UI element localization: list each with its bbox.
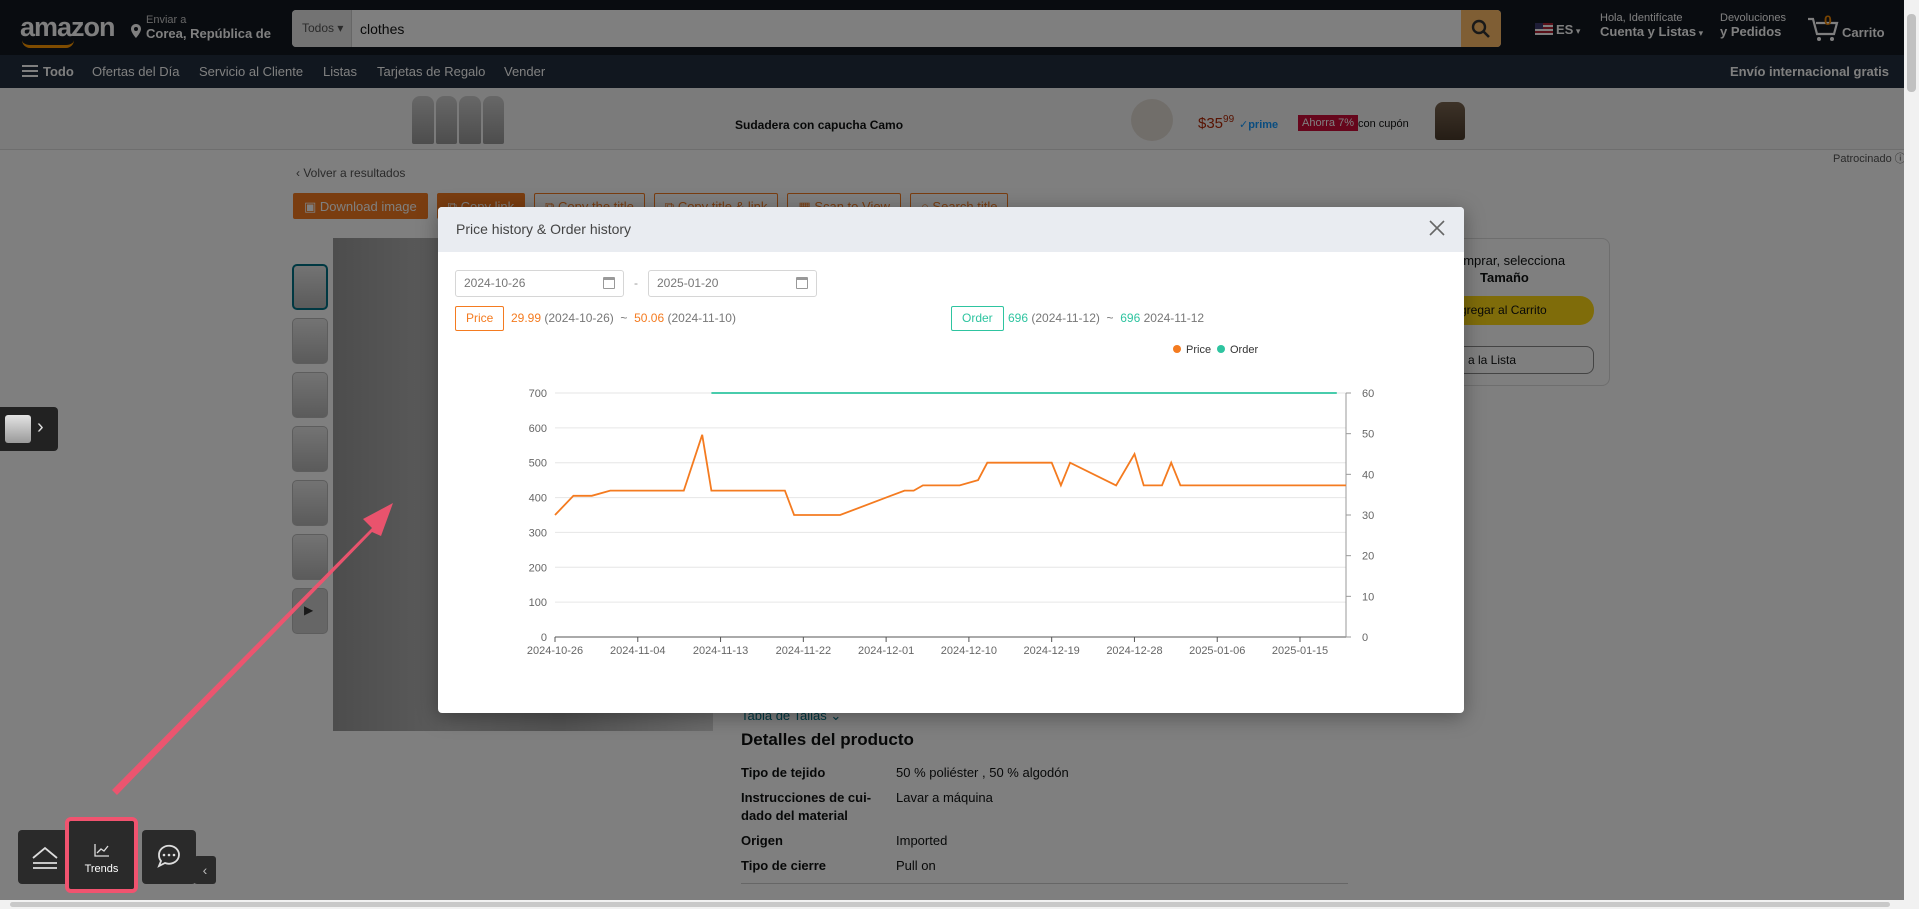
chat-icon — [157, 844, 180, 868]
trends-label: Trends — [84, 863, 119, 875]
y-right-tick-label: 50 — [1362, 429, 1374, 441]
chevron-left-icon: ‹ — [202, 862, 208, 878]
y-left-tick-label: 300 — [529, 527, 547, 539]
trend-chart-icon — [94, 844, 109, 857]
series-line-price — [554, 434, 1346, 516]
x-tick-label: 2024-11-04 — [610, 645, 665, 657]
y-right-tick-label: 60 — [1362, 388, 1374, 400]
scrollbar-thumb[interactable] — [1907, 14, 1916, 92]
x-tick-label: 2024-12-28 — [1106, 645, 1162, 657]
y-right-tick-label: 30 — [1362, 510, 1374, 522]
x-tick-label: 2024-11-13 — [693, 645, 748, 657]
y-right-tick-label: 10 — [1362, 591, 1374, 603]
y-left-tick-label: 100 — [529, 597, 547, 609]
extension-bottom-toolbar: Trends ‹ — [18, 817, 216, 893]
legend-marker-order — [1217, 345, 1225, 353]
x-tick-label: 2024-12-19 — [1024, 645, 1080, 657]
y-left-tick-label: 0 — [541, 632, 547, 644]
x-tick-label: 2024-10-26 — [527, 645, 583, 657]
price-order-chart: 0 100 200 300 400 500 600 700 0 10 20 30 40 50 60 2024-… — [527, 344, 1374, 657]
y-left-tick-label: 700 — [529, 388, 547, 400]
home-icon — [32, 846, 58, 869]
legend-label-price: Price — [1186, 344, 1211, 356]
price-history-modal: Price history & Order history 2024-10-26… — [438, 207, 1464, 713]
x-tick-label: 2025-01-15 — [1272, 645, 1328, 657]
home-button[interactable] — [18, 830, 72, 884]
legend-label-order: Order — [1230, 344, 1258, 356]
chat-button[interactable] — [142, 830, 196, 884]
y-right-tick-label: 20 — [1362, 551, 1374, 563]
y-left-tick-label: 200 — [529, 562, 547, 574]
collapse-toolbar-button[interactable]: ‹ — [194, 856, 216, 884]
y-right-tick-label: 0 — [1362, 632, 1368, 644]
y-left-tick-label: 400 — [529, 493, 547, 505]
y-left-tick-label: 500 — [529, 458, 547, 470]
x-tick-label: 2024-11-22 — [776, 645, 831, 657]
y-left-tick-label: 600 — [529, 423, 547, 435]
x-tick-label: 2024-12-01 — [858, 645, 914, 657]
legend-marker-price — [1173, 345, 1181, 353]
x-tick-label: 2025-01-06 — [1189, 645, 1245, 657]
trends-button[interactable]: Trends — [65, 817, 138, 893]
y-right-tick-label: 40 — [1362, 469, 1374, 481]
horizontal-scrollbar[interactable] — [0, 900, 1904, 909]
scrollbar-thumb[interactable] — [10, 902, 1890, 907]
x-tick-label: 2024-12-10 — [941, 645, 997, 657]
vertical-scrollbar[interactable] — [1904, 0, 1919, 909]
